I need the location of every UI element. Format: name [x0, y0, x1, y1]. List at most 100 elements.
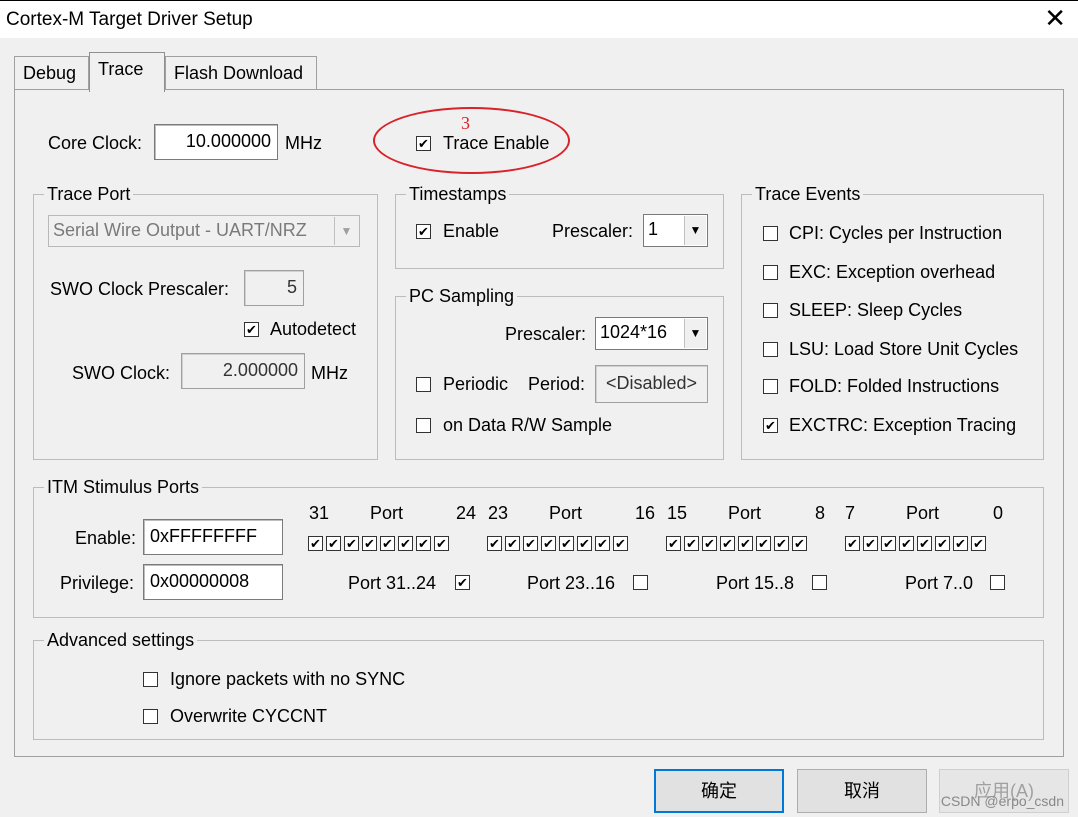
- priv-port-checkbox[interactable]: [633, 575, 648, 590]
- port-bit-checkbox[interactable]: ✔: [577, 536, 592, 551]
- port-bit-checkbox[interactable]: ✔: [380, 536, 395, 551]
- port-group-lo-label: 8: [815, 503, 826, 523]
- lsu-checkbox[interactable]: [763, 342, 778, 357]
- timestamps-prescaler-label: Prescaler:: [552, 221, 634, 241]
- port-group-port-label: Port: [549, 503, 583, 523]
- annotation-ellipse: [373, 107, 570, 174]
- close-icon[interactable]: ✕: [1044, 5, 1066, 31]
- port-bits-15-8: ✔ ✔ ✔ ✔ ✔ ✔ ✔ ✔: [666, 536, 807, 551]
- exc-checkbox[interactable]: [763, 265, 778, 280]
- itm-enable-input[interactable]: 0xFFFFFFFF: [143, 519, 283, 555]
- overwrite-cyccnt-checkbox[interactable]: [143, 709, 158, 724]
- port-bit-checkbox[interactable]: ✔: [935, 536, 950, 551]
- advanced-settings-title: Advanced settings: [44, 630, 198, 651]
- cancel-button[interactable]: 取消: [797, 769, 927, 813]
- port-bit-checkbox[interactable]: ✔: [362, 536, 377, 551]
- port-group-hi-label: 15: [667, 503, 688, 523]
- port-bit-checkbox[interactable]: ✔: [953, 536, 968, 551]
- itm-enable-label: Enable:: [75, 528, 137, 548]
- port-bit-checkbox[interactable]: ✔: [917, 536, 932, 551]
- autodetect-label: Autodetect: [270, 319, 357, 339]
- port-bit-checkbox[interactable]: ✔: [863, 536, 878, 551]
- overwrite-cyccnt-label: Overwrite CYCCNT: [170, 706, 328, 726]
- tab-flash-download[interactable]: Flash Download: [165, 56, 317, 90]
- port-bit-checkbox[interactable]: ✔: [666, 536, 681, 551]
- port-bit-checkbox[interactable]: ✔: [398, 536, 413, 551]
- port-bit-checkbox[interactable]: ✔: [308, 536, 323, 551]
- period-value: <Disabled>: [595, 365, 708, 403]
- port-bits-23-16: ✔ ✔ ✔ ✔ ✔ ✔ ✔ ✔: [487, 536, 628, 551]
- priv-port-checkbox[interactable]: [812, 575, 827, 590]
- port-bit-checkbox[interactable]: ✔: [738, 536, 753, 551]
- core-clock-input[interactable]: 10.000000: [154, 124, 278, 160]
- trace-port-select[interactable]: Serial Wire Output - UART/NRZ ▼: [48, 215, 360, 247]
- sleep-label: SLEEP: Sleep Cycles: [789, 300, 963, 320]
- port-bit-checkbox[interactable]: ✔: [344, 536, 359, 551]
- core-clock-unit: MHz: [285, 133, 322, 153]
- port-group-hi-label: 23: [488, 503, 509, 523]
- port-bits-7-0: ✔ ✔ ✔ ✔ ✔ ✔ ✔ ✔: [845, 536, 986, 551]
- itm-title: ITM Stimulus Ports: [44, 477, 203, 498]
- swo-prescaler-label: SWO Clock Prescaler:: [50, 279, 230, 299]
- port-bit-checkbox[interactable]: ✔: [756, 536, 771, 551]
- on-data-rw-checkbox[interactable]: [416, 418, 431, 433]
- port-group-lo-label: 16: [635, 503, 656, 523]
- priv-port-checkbox[interactable]: [990, 575, 1005, 590]
- tab-trace[interactable]: Trace: [89, 52, 165, 92]
- port-bit-checkbox[interactable]: ✔: [702, 536, 717, 551]
- port-bit-checkbox[interactable]: ✔: [559, 536, 574, 551]
- exctrc-checkbox[interactable]: ✔: [763, 418, 778, 433]
- port-bits-31-24: ✔ ✔ ✔ ✔ ✔ ✔ ✔ ✔: [308, 536, 449, 551]
- port-group-port-label: Port: [728, 503, 762, 523]
- periodic-label: Periodic: [443, 374, 509, 394]
- swo-clock-input[interactable]: 2.000000: [181, 353, 305, 389]
- trace-port-selected: Serial Wire Output - UART/NRZ: [53, 220, 307, 240]
- port-group-port-label: Port: [906, 503, 940, 523]
- timestamps-prescaler-select[interactable]: 1 ▼: [643, 214, 708, 247]
- port-bit-checkbox[interactable]: ✔: [684, 536, 699, 551]
- ignore-no-sync-checkbox[interactable]: [143, 672, 158, 687]
- title-bar: Cortex-M Target Driver Setup ✕: [0, 0, 1078, 38]
- port-bit-checkbox[interactable]: ✔: [487, 536, 502, 551]
- port-bit-checkbox[interactable]: ✔: [774, 536, 789, 551]
- port-bit-checkbox[interactable]: ✔: [541, 536, 556, 551]
- port-group-port-label: Port: [370, 503, 404, 523]
- port-bit-checkbox[interactable]: ✔: [720, 536, 735, 551]
- port-bit-checkbox[interactable]: ✔: [434, 536, 449, 551]
- port-bit-checkbox[interactable]: ✔: [326, 536, 341, 551]
- port-bit-checkbox[interactable]: ✔: [505, 536, 520, 551]
- timestamps-enable-checkbox[interactable]: ✔: [416, 224, 431, 239]
- exctrc-label: EXCTRC: Exception Tracing: [789, 415, 1017, 435]
- port-bit-checkbox[interactable]: ✔: [845, 536, 860, 551]
- priv-port-label: Port 15..8: [716, 573, 795, 593]
- swo-clock-unit: MHz: [311, 363, 348, 383]
- swo-prescaler-input[interactable]: 5: [244, 270, 304, 306]
- port-bit-checkbox[interactable]: ✔: [971, 536, 986, 551]
- swo-clock-label: SWO Clock:: [72, 363, 171, 383]
- autodetect-checkbox[interactable]: ✔: [244, 322, 259, 337]
- port-bit-checkbox[interactable]: ✔: [416, 536, 431, 551]
- dropdown-arrow-icon: ▼: [684, 216, 706, 245]
- priv-port-label: Port 31..24: [348, 573, 437, 593]
- priv-port-checkbox[interactable]: ✔: [455, 575, 470, 590]
- pc-sampling-prescaler-select[interactable]: 1024*16 ▼: [595, 317, 708, 350]
- cpi-checkbox[interactable]: [763, 226, 778, 241]
- port-bit-checkbox[interactable]: ✔: [595, 536, 610, 551]
- lsu-label: LSU: Load Store Unit Cycles: [789, 339, 1019, 359]
- port-bit-checkbox[interactable]: ✔: [899, 536, 914, 551]
- ok-button[interactable]: 确定: [654, 769, 784, 813]
- sleep-checkbox[interactable]: [763, 303, 778, 318]
- fold-checkbox[interactable]: [763, 379, 778, 394]
- port-bit-checkbox[interactable]: ✔: [613, 536, 628, 551]
- tab-debug[interactable]: Debug: [14, 56, 89, 90]
- port-bit-checkbox[interactable]: ✔: [881, 536, 896, 551]
- priv-port-label: Port 23..16: [527, 573, 616, 593]
- timestamps-prescaler-value: 1: [648, 219, 659, 239]
- port-bit-checkbox[interactable]: ✔: [792, 536, 807, 551]
- period-label: Period:: [528, 374, 586, 394]
- priv-port-label: Port 7..0: [905, 573, 974, 593]
- itm-privilege-input[interactable]: 0x00000008: [143, 564, 283, 600]
- periodic-checkbox[interactable]: [416, 377, 431, 392]
- exc-label: EXC: Exception overhead: [789, 262, 996, 282]
- port-bit-checkbox[interactable]: ✔: [523, 536, 538, 551]
